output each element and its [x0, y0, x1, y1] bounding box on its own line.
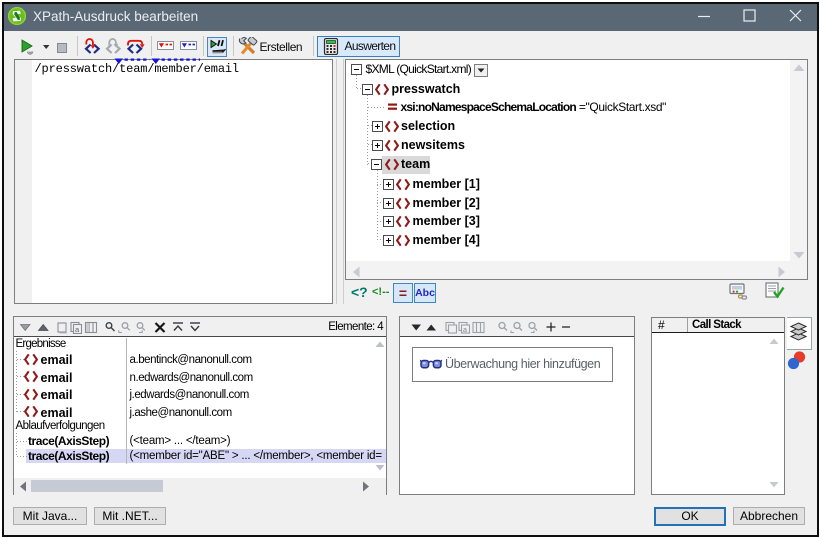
svg-text:a: a [463, 327, 467, 334]
